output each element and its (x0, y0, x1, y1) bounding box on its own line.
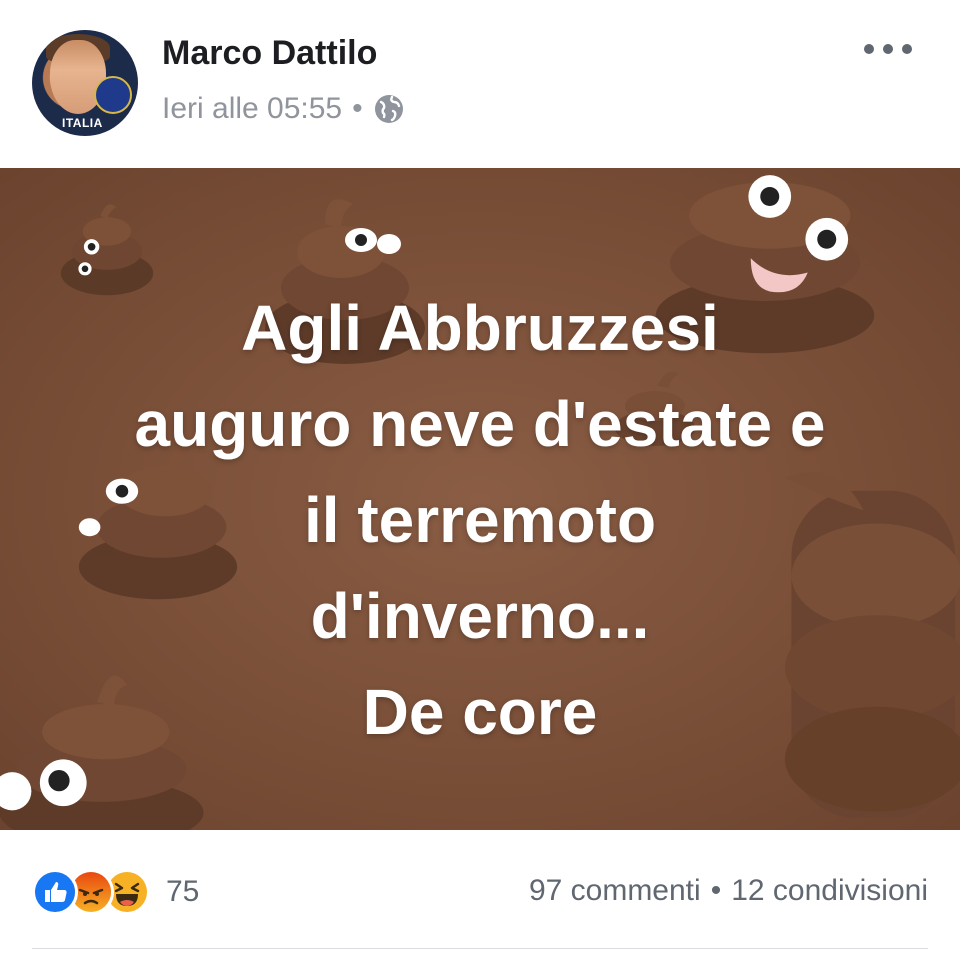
post-stats: 97 commenti • 12 condivisioni (529, 874, 928, 908)
like-icon (32, 869, 78, 915)
reactions-summary[interactable]: 75 (32, 869, 200, 915)
caption-line: il terremoto (303, 484, 657, 556)
caption-line: Agli Abbruzzesi (241, 292, 719, 364)
divider (32, 948, 928, 949)
post-meta: Ieri alle 05:55 • (162, 92, 405, 126)
post-image[interactable]: Agli Abbruzzesi auguro neve d'estate e i… (0, 168, 960, 830)
avatar-logo-text: ITALIA (62, 116, 103, 130)
stats-separator: • (710, 874, 722, 907)
caption-line: auguro neve d'estate e (134, 388, 826, 460)
more-options-icon[interactable] (864, 36, 912, 62)
author-name[interactable]: Marco Dattilo (162, 34, 377, 73)
caption-line: d'inverno... (310, 580, 650, 652)
globe-icon (374, 95, 403, 123)
post-timestamp[interactable]: Ieri alle 05:55 (162, 92, 342, 126)
image-caption: Agli Abbruzzesi auguro neve d'estate e i… (0, 280, 960, 760)
post-header: ITALIA Marco Dattilo Ieri alle 05:55 • (0, 0, 960, 168)
author-avatar[interactable]: ITALIA (32, 30, 138, 136)
reaction-count: 75 (166, 875, 200, 908)
meta-separator: • (352, 92, 363, 125)
caption-line: De core (362, 676, 598, 748)
shares-link[interactable]: 12 condivisioni (731, 874, 928, 908)
comments-link[interactable]: 97 commenti (529, 874, 701, 908)
engagement-bar: 75 97 commenti • 12 condivisioni (0, 830, 960, 959)
